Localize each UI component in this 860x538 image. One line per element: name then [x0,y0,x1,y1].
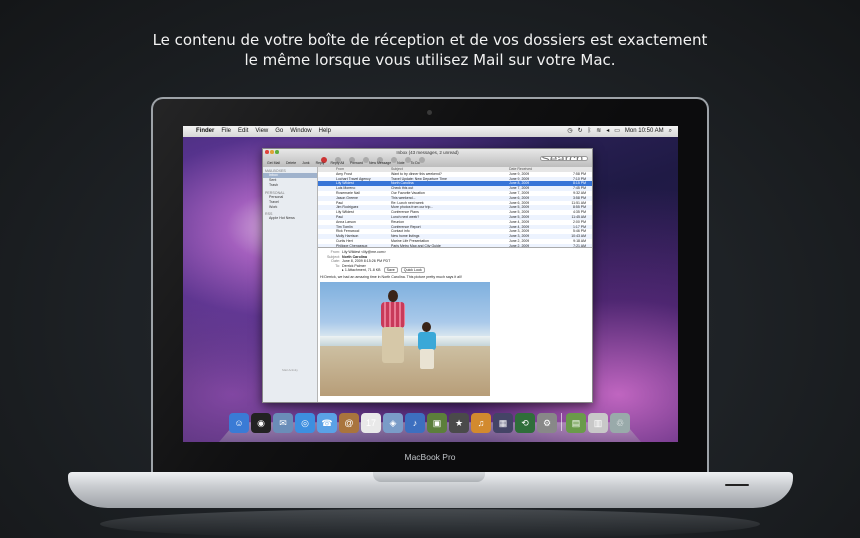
mail-icon[interactable]: ✉ [273,413,293,433]
minimize-button[interactable] [270,150,274,154]
sleep-indicator [725,484,749,486]
message-list: From Subject Date Received Amy Frost Want… [318,167,592,247]
imovie-icon[interactable]: ★ [449,413,469,433]
from-value[interactable]: Lily Wildest <lily@me.com> [342,250,386,254]
ichat-icon[interactable]: ☎ [317,413,337,433]
sync-icon[interactable]: ↻ [578,126,583,137]
menu-go[interactable]: Go [275,126,283,137]
laptop-hinge [373,472,485,482]
photo-man [378,290,408,368]
time-machine-icon[interactable]: ◷ [567,126,572,137]
screen: Finder File Edit View Go Window Help ◷ ↻… [183,126,678,442]
photo-child [416,322,438,372]
camera [427,110,432,115]
zoom-button[interactable] [275,150,279,154]
sidebar-item-apple-hot-news[interactable]: Apple Hot News [269,216,317,221]
beach-photo[interactable] [320,282,490,396]
dashboard-icon[interactable]: ◉ [251,413,271,433]
quick-look-button[interactable]: Quick Look [400,267,425,274]
mail-window-title: Inbox (43 messages, 2 unread) [396,150,459,155]
battery-icon[interactable]: ▭ [614,126,620,137]
iphoto-icon[interactable]: ▣ [427,413,447,433]
spotlight-icon[interactable]: ⌕ [669,126,672,137]
toolbar-reply-label[interactable]: Reply [316,160,325,167]
dock-icons: ☺ ◉ ✉ ◎ ☎ @17 ◈ ♪ ▣ ★ ♫ ▦ ⟲ ⚙ ▤ ▥ ♲ [229,413,630,433]
toolbar-junk-label[interactable]: Junk [302,160,309,167]
toolbar-labels: Get Mail Delete Junk Reply Reply All For… [265,160,594,167]
mailbox-sidebar: Mailboxes Inbox Sent Trash Personal Pers… [263,167,318,402]
sidebar-item-trash[interactable]: Trash [269,183,317,188]
mail-activity-label: Mail Activity [282,368,298,372]
headline-line-2: le même lorsque vous utilisez Mail sur v… [244,51,616,69]
trash-icon[interactable]: ♲ [610,413,630,433]
address-book-icon[interactable]: @ [339,413,359,433]
date-value: June 8, 2009 8:15:26 PM PDT [342,259,391,264]
menu-app-name[interactable]: Finder [196,126,214,137]
photo-stack-icon[interactable]: ▤ [566,413,586,433]
sidebar-item-work[interactable]: Work [269,205,317,210]
toolbar-forward-label[interactable]: Forward [350,160,363,167]
system-preferences-icon[interactable]: ⚙ [537,413,557,433]
mail-window: Inbox (43 messages, 2 unread) Get Mail D… [262,148,593,403]
menu-clock[interactable]: Mon 10:50 AM [625,126,664,137]
finder-icon[interactable]: ☺ [229,413,249,433]
toolbar-reply-all-label[interactable]: Reply All [331,160,345,167]
menu-window[interactable]: Window [290,126,311,137]
toolbar-delete-label[interactable]: Delete [286,160,296,167]
mail-titlebar: Inbox (43 messages, 2 unread) Get Mail D… [263,149,592,167]
menu-bar: Finder File Edit View Go Window Help ◷ ↻… [183,126,678,137]
toolbar-todo-label[interactable]: To Do [411,160,420,167]
toolbar-new-message-label[interactable]: New Message [369,160,391,167]
menu-view[interactable]: View [255,126,268,137]
time-machine-icon[interactable]: ⟲ [515,413,535,433]
laptop-brand-label: MacBook Pro [404,452,456,462]
documents-stack-icon[interactable]: ▥ [588,413,608,433]
mail-body: Mailboxes Inbox Sent Trash Personal Pers… [263,167,592,402]
safari-icon[interactable]: ◎ [295,413,315,433]
headline: Le contenu de votre boîte de réception e… [0,30,860,70]
save-button[interactable]: Save [383,267,398,274]
laptop-reflection [100,509,760,538]
bluetooth-icon[interactable]: ᛒ [588,126,592,137]
dock-separator [561,413,562,431]
message-body: Hi Derrick, we had an amazing time in No… [320,274,462,279]
ical-icon[interactable]: 17 [361,413,381,433]
close-button[interactable] [265,150,269,154]
menu-help[interactable]: Help [319,126,331,137]
spaces-icon[interactable]: ▦ [493,413,513,433]
date-label: Date: [331,259,340,264]
subject-label: Subject: [327,254,340,259]
to-label: To: [335,263,340,268]
garageband-icon[interactable]: ♫ [471,413,491,433]
message-header: From: Lily Wildest <lily@me.com> Subject:… [318,248,592,274]
menu-file[interactable]: File [221,126,231,137]
itunes-icon[interactable]: ♪ [405,413,425,433]
preview-icon[interactable]: ◈ [383,413,403,433]
headline-line-1: Le contenu de votre boîte de réception e… [152,31,708,49]
subject-value: North Carolina [342,254,367,259]
from-label: From: [330,250,340,254]
wifi-icon[interactable]: ≋ [596,126,601,137]
toolbar-note-label[interactable]: Note [397,160,404,167]
volume-icon[interactable]: ◂ [606,126,609,137]
attachments-info: 1 Attachment, 71.8 KB [344,268,381,273]
message-preview: From: Lily Wildest <lily@me.com> Subject:… [318,247,592,402]
menu-edit[interactable]: Edit [238,126,248,137]
toolbar-get-mail-label[interactable]: Get Mail [267,160,280,167]
